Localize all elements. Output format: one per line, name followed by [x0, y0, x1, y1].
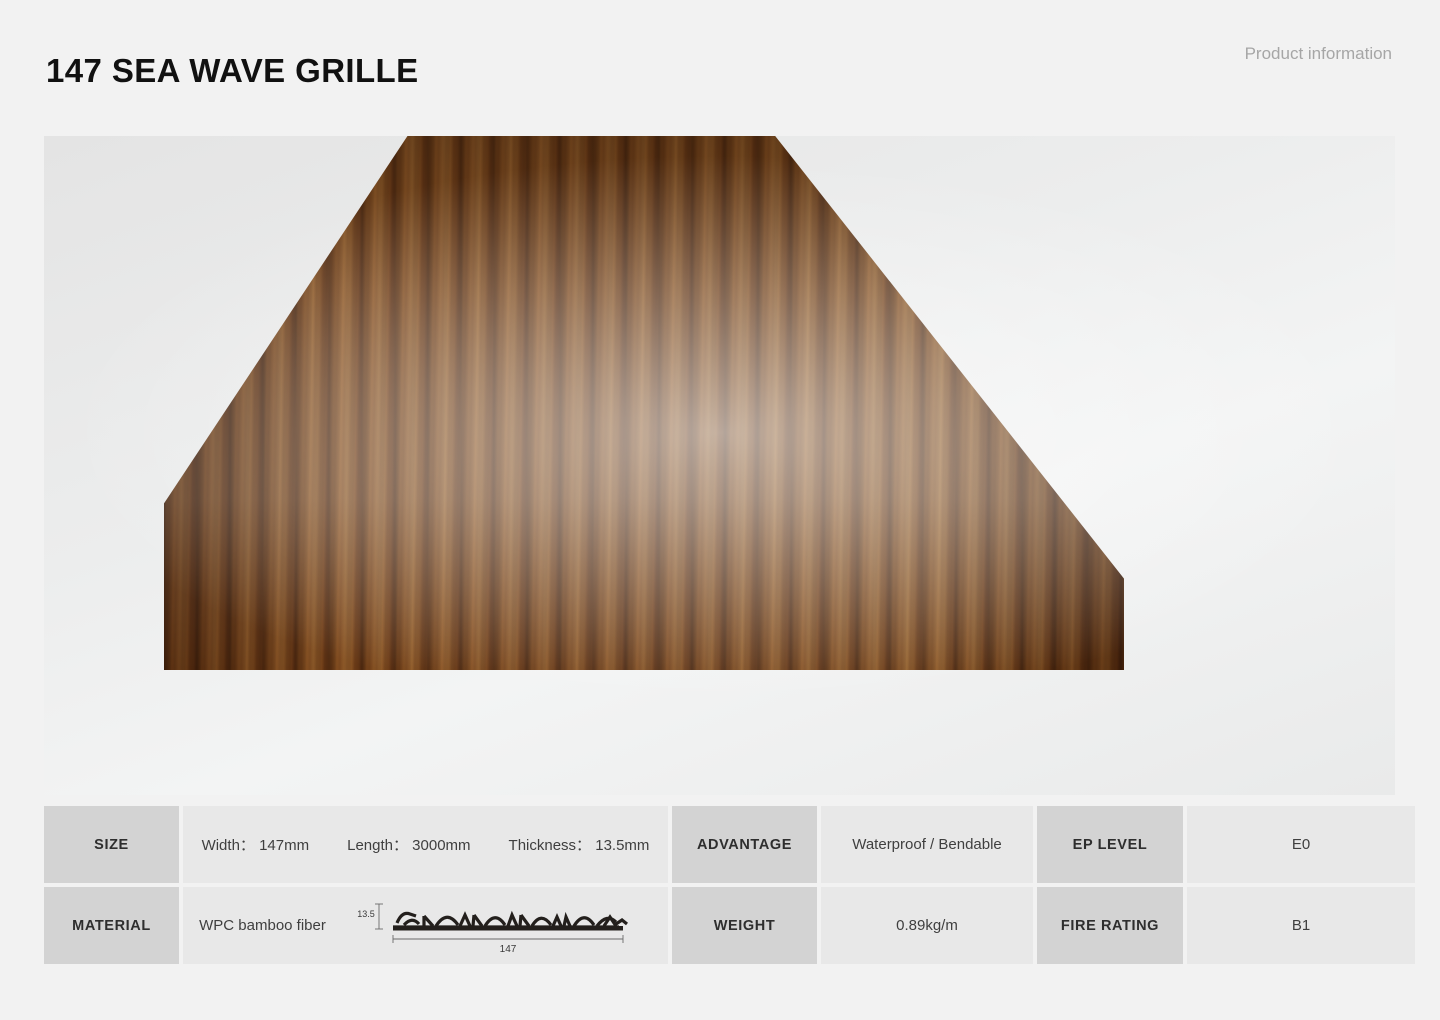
- spec-label-fire-rating: FIRE RATING: [1037, 887, 1183, 964]
- size-thickness: Thickness： 13.5mm: [509, 834, 650, 855]
- panel-slatted-face: [164, 136, 1124, 670]
- width-dimension-line: [392, 934, 624, 943]
- spec-label-material: MATERIAL: [44, 887, 179, 964]
- profile-width-dimension: 147: [500, 944, 517, 955]
- spec-label-ep-level: EP LEVEL: [1037, 806, 1183, 883]
- page-header: 147 SEA WAVE GRILLE Product information: [0, 0, 1440, 136]
- size-width: Width： 147mm: [202, 834, 310, 855]
- material-text: WPC bamboo fiber: [199, 917, 326, 934]
- spec-value-weight: 0.89kg/m: [821, 887, 1033, 964]
- size-length-label: Length：: [347, 837, 408, 854]
- size-length: Length： 3000mm: [347, 834, 470, 855]
- profile-outline: [392, 910, 628, 929]
- spec-value-size: Width： 147mm Length： 3000mm Thickness： 1…: [183, 806, 668, 883]
- profile-section-diagram: 13.5 147: [357, 903, 628, 955]
- header-note: Product information: [1244, 44, 1392, 63]
- size-thickness-value: 13.5mm: [595, 837, 650, 854]
- size-length-value: 3000mm: [412, 837, 471, 854]
- height-dimension-line: [374, 903, 383, 929]
- spec-label-size: SIZE: [44, 806, 179, 883]
- page-title: 147 SEA WAVE GRILLE: [46, 52, 419, 89]
- panel-shading-overlay: [164, 136, 1124, 670]
- specification-table: SIZE Width： 147mm Length： 3000mm Thickne…: [44, 806, 1415, 964]
- size-width-value: 147mm: [259, 837, 310, 854]
- panel-cross-section-edge: [252, 791, 1201, 795]
- spec-label-weight: WEIGHT: [672, 887, 817, 964]
- cross-section-svg: [252, 791, 1201, 795]
- spec-value-advantage: Waterproof / Bendable: [821, 806, 1033, 883]
- size-thickness-label: Thickness：: [508, 837, 592, 854]
- spec-label-advantage: ADVANTAGE: [672, 806, 817, 883]
- size-width-label: Width：: [201, 837, 255, 854]
- spec-value-fire-rating: B1: [1187, 887, 1415, 964]
- product-image-panel: [44, 136, 1395, 795]
- spec-value-material: WPC bamboo fiber 13.5 147: [183, 887, 668, 964]
- spec-value-ep-level: E0: [1187, 806, 1415, 883]
- grille-panel-render: [44, 136, 1395, 795]
- profile-height-dimension: 13.5: [357, 909, 375, 919]
- profile-base-slab: [392, 925, 623, 930]
